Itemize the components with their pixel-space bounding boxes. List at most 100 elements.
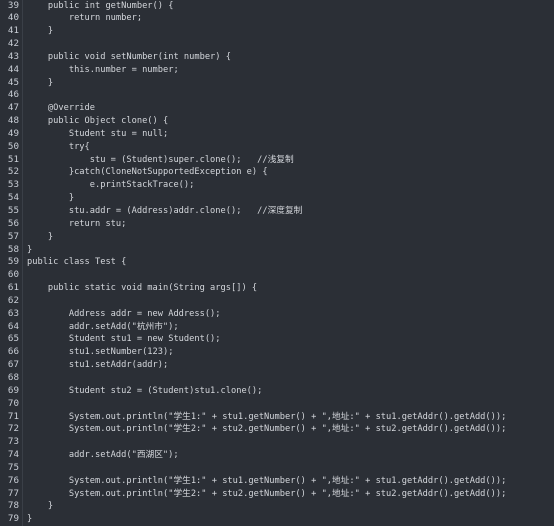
code-line: 39 public int getNumber() {: [0, 0, 554, 12]
line-number: 49: [7, 127, 19, 139]
line-number: 69: [7, 384, 19, 396]
code-text[interactable]: try{: [27, 141, 90, 154]
code-line: 70: [0, 398, 554, 411]
line-number: 75: [7, 461, 19, 473]
code-text[interactable]: stu = (Student)super.clone(); //浅复制: [27, 154, 294, 167]
code-line: 52 }catch(CloneNotSupportedException e) …: [0, 166, 554, 179]
line-number: 39: [7, 0, 19, 11]
code-line: 42: [0, 38, 554, 51]
code-line: 46: [0, 89, 554, 102]
code-line: 49 Student stu = null;: [0, 128, 554, 141]
code-text[interactable]: }: [27, 244, 32, 257]
code-line: 77 System.out.println("学生2:" + stu2.getN…: [0, 488, 554, 501]
code-line: 79}: [0, 513, 554, 526]
line-number: 56: [7, 217, 19, 229]
code-text[interactable]: e.printStackTrace();: [27, 179, 195, 192]
line-number: 43: [7, 50, 19, 62]
code-text[interactable]: }: [27, 513, 32, 526]
code-text[interactable]: stu1.setAddr(addr);: [27, 359, 168, 372]
code-line: 63 Address addr = new Address();: [0, 308, 554, 321]
code-text[interactable]: public void setNumber(int number) {: [27, 51, 231, 64]
code-text[interactable]: public Object clone() {: [27, 115, 168, 128]
code-text[interactable]: System.out.println("学生1:" + stu1.getNumb…: [27, 411, 507, 424]
code-line: 53 e.printStackTrace();: [0, 179, 554, 192]
code-text[interactable]: public static void main(String args[]) {: [27, 282, 257, 295]
code-text[interactable]: }catch(CloneNotSupportedException e) {: [27, 166, 268, 179]
code-text[interactable]: Student stu = null;: [27, 128, 168, 141]
code-line: 78 }: [0, 500, 554, 513]
line-number: 61: [7, 282, 19, 294]
line-number: 57: [7, 230, 19, 242]
code-lines: 39 public int getNumber() {40 return num…: [0, 0, 554, 526]
code-line: 44 this.number = number;: [0, 64, 554, 77]
line-number: 71: [7, 410, 19, 422]
code-text[interactable]: System.out.println("学生1:" + stu1.getNumb…: [27, 475, 507, 488]
line-number: 72: [7, 423, 19, 435]
code-text[interactable]: stu.addr = (Address)addr.clone(); //深度复制: [27, 205, 303, 218]
code-line: 76 System.out.println("学生1:" + stu1.getN…: [0, 475, 554, 488]
code-line: 41 }: [0, 25, 554, 38]
line-number: 42: [7, 38, 19, 50]
code-text[interactable]: addr.setAdd("西湖区");: [27, 449, 179, 462]
line-number: 68: [7, 371, 19, 383]
code-text[interactable]: }: [27, 500, 53, 513]
code-line: 74 addr.setAdd("西湖区");: [0, 449, 554, 462]
code-text[interactable]: System.out.println("学生2:" + stu2.getNumb…: [27, 423, 507, 436]
code-text[interactable]: }: [27, 192, 74, 205]
line-number: 63: [7, 307, 19, 319]
code-line: 62: [0, 295, 554, 308]
code-line: 72 System.out.println("学生2:" + stu2.getN…: [0, 423, 554, 436]
code-text[interactable]: System.out.println("学生2:" + stu2.getNumb…: [27, 488, 507, 501]
code-line: 56 return stu;: [0, 218, 554, 231]
line-number: 66: [7, 346, 19, 358]
code-text[interactable]: public class Test {: [27, 256, 126, 269]
code-line: 55 stu.addr = (Address)addr.clone(); //深…: [0, 205, 554, 218]
code-line: 67 stu1.setAddr(addr);: [0, 359, 554, 372]
line-number: 58: [7, 243, 19, 255]
code-line: 40 return number;: [0, 12, 554, 25]
line-number: 62: [7, 294, 19, 306]
code-line: 59 public class Test {: [0, 256, 554, 269]
line-number: 44: [7, 63, 19, 75]
code-editor[interactable]: 39 public int getNumber() {40 return num…: [0, 0, 554, 526]
line-number: 59: [7, 256, 19, 268]
code-text[interactable]: return stu;: [27, 218, 127, 231]
code-text[interactable]: }: [27, 25, 53, 38]
line-number: 74: [7, 449, 19, 461]
line-number: 55: [7, 205, 19, 216]
code-line: 60: [0, 269, 554, 282]
code-line: 58}: [0, 244, 554, 257]
code-text[interactable]: @Override: [27, 102, 95, 115]
code-text[interactable]: return number;: [27, 12, 142, 25]
line-number: 41: [7, 25, 19, 37]
code-line: 73: [0, 436, 554, 449]
code-line: 43 public void setNumber(int number) {: [0, 51, 554, 64]
line-number: 40: [7, 12, 19, 24]
code-text[interactable]: public int getNumber() {: [27, 0, 174, 12]
code-line: 66 stu1.setNumber(123);: [0, 346, 554, 359]
line-number: 52: [7, 166, 19, 178]
line-number: 46: [7, 89, 19, 101]
code-line: 45 }: [0, 77, 554, 90]
line-number: 45: [7, 76, 19, 88]
code-text[interactable]: }: [27, 77, 53, 90]
code-line: 51 stu = (Student)super.clone(); //浅复制: [0, 154, 554, 167]
line-number: 79: [7, 513, 19, 525]
line-number: 50: [7, 140, 19, 152]
code-text[interactable]: }: [27, 231, 53, 244]
code-line: 57 }: [0, 231, 554, 244]
code-text[interactable]: stu1.setNumber(123);: [27, 346, 174, 359]
line-number: 64: [7, 320, 19, 332]
code-text[interactable]: addr.setAdd("杭州市");: [27, 321, 179, 334]
code-text[interactable]: this.number = number;: [27, 64, 179, 77]
code-text[interactable]: Address addr = new Address();: [27, 308, 221, 321]
line-number: 47: [7, 102, 19, 114]
code-text[interactable]: Student stu2 = (Student)stu1.clone();: [27, 385, 263, 398]
line-number: 60: [7, 269, 19, 281]
code-line: 65 Student stu1 = new Student();: [0, 333, 554, 346]
code-text[interactable]: Student stu1 = new Student();: [27, 333, 221, 346]
line-number: 67: [7, 359, 19, 371]
code-line: 75: [0, 462, 554, 475]
line-number: 70: [7, 397, 19, 409]
code-line: 64 addr.setAdd("杭州市");: [0, 321, 554, 334]
